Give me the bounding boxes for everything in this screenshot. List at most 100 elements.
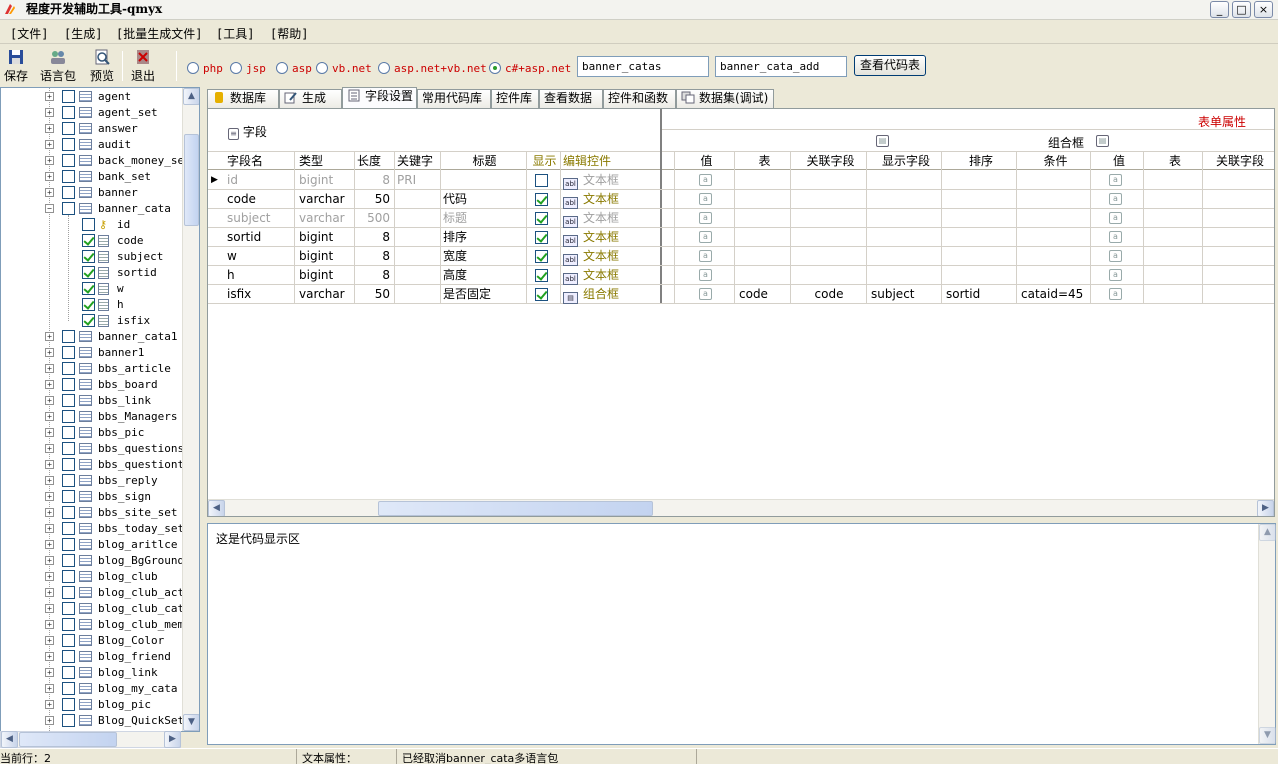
tree-field-node[interactable]: sortid <box>1 265 181 281</box>
value-editor-icon[interactable]: a <box>699 231 712 243</box>
menu-help[interactable]: [帮助] <box>270 25 308 42</box>
expand-icon[interactable]: + <box>45 460 54 469</box>
tab-7[interactable]: 数据集(调试) <box>676 89 774 108</box>
scroll-right-icon[interactable]: ▶ <box>164 731 181 748</box>
expand-icon[interactable]: + <box>45 572 54 581</box>
scroll-left-icon[interactable]: ◀ <box>208 500 225 516</box>
combo-cell-col-link-field[interactable] <box>791 190 867 209</box>
expand-icon[interactable]: + <box>45 540 54 549</box>
tab-5[interactable]: 查看数据 <box>539 89 603 108</box>
tree-horizontal-scrollbar[interactable]: ◀ ▶ <box>0 731 181 748</box>
menu-tools[interactable]: [工具] <box>216 25 254 42</box>
tree-checkbox[interactable] <box>62 458 75 471</box>
col-table-2[interactable]: 表 <box>1144 152 1203 171</box>
cell-key[interactable] <box>394 209 440 228</box>
cell-edit-control[interactable]: abl 文本框 <box>560 190 660 209</box>
expand-icon[interactable]: + <box>45 380 54 389</box>
tree-table-node[interactable]: + bbs_site_set <box>1 505 181 521</box>
col-length[interactable]: 长度 <box>354 152 394 171</box>
field-checkbox[interactable] <box>82 250 95 263</box>
show-checkbox[interactable] <box>535 231 548 244</box>
radio-asp[interactable]: asp <box>276 62 312 76</box>
value-editor-icon[interactable]: a <box>1109 250 1122 262</box>
combo-cell-col-link-field[interactable]: code <box>791 285 867 304</box>
radio-jsp[interactable]: jsp <box>230 62 266 76</box>
tree-checkbox[interactable] <box>62 666 75 679</box>
combo-cell-col-condition[interactable]: cataid=45 <box>1017 285 1091 304</box>
field-checkbox[interactable] <box>82 218 95 231</box>
tree-checkbox[interactable] <box>62 650 75 663</box>
tree-checkbox[interactable] <box>62 602 75 615</box>
value-editor-icon[interactable]: a <box>699 193 712 205</box>
col-value[interactable]: 值 <box>675 152 735 171</box>
expand-icon[interactable]: + <box>45 620 54 629</box>
value-editor-icon[interactable]: a <box>699 174 712 186</box>
save-button[interactable]: 保存 <box>3 49 29 84</box>
expand-icon[interactable]: + <box>45 524 54 533</box>
value-editor-icon[interactable]: a <box>699 269 712 281</box>
tree-checkbox[interactable] <box>62 474 75 487</box>
combo-cell-col-sort[interactable] <box>942 209 1017 228</box>
language-pack-button[interactable]: 语言包 <box>38 49 78 84</box>
field-checkbox[interactable] <box>82 282 95 295</box>
tree-table-node[interactable]: + blog_link <box>1 665 181 681</box>
field-checkbox[interactable] <box>82 234 95 247</box>
scroll-up-icon[interactable]: ▲ <box>1259 524 1276 541</box>
radio-aspnet-vbnet[interactable]: asp.net+vb.net <box>378 62 487 76</box>
cell-edit-control[interactable]: abl 文本框 <box>560 171 660 190</box>
tree-table-node[interactable]: + bbs_article <box>1 361 181 377</box>
combo-cell-col-link-field[interactable] <box>791 247 867 266</box>
add-name-input[interactable]: banner_cata_add <box>715 56 847 77</box>
tree-checkbox[interactable] <box>62 570 75 583</box>
cell-title[interactable]: 代码 <box>440 190 526 209</box>
combo-cell-col-sort[interactable] <box>942 171 1017 190</box>
tree-checkbox[interactable] <box>62 554 75 567</box>
grid-row[interactable]: isfix varchar 50 是否固定 ▤ 组合框 a code code subject so… <box>208 285 1274 304</box>
combo-cell-col-sort[interactable] <box>942 247 1017 266</box>
tree-table-node[interactable]: + bbs_reply <box>1 473 181 489</box>
field-checkbox[interactable] <box>82 314 95 327</box>
tree-table-node[interactable]: + blog_my_cata <box>1 681 181 697</box>
expand-icon[interactable]: + <box>45 348 54 357</box>
tree-table-node[interactable]: + back_money_set <box>1 153 191 169</box>
tree-checkbox[interactable] <box>62 330 75 343</box>
combo-cell-col-sort[interactable] <box>942 190 1017 209</box>
cell-field-name[interactable]: id <box>224 171 294 190</box>
expand-icon[interactable]: + <box>45 172 54 181</box>
combo-cell-col-display-field[interactable] <box>867 247 942 266</box>
combo-cell-col-display-field[interactable]: subject <box>867 285 942 304</box>
cell-length[interactable]: 8 <box>354 266 390 285</box>
expand-icon[interactable]: + <box>45 508 54 517</box>
tree-checkbox[interactable] <box>62 394 75 407</box>
expand-icon[interactable]: + <box>45 156 54 165</box>
expand-icon[interactable]: + <box>45 92 54 101</box>
table-name-input[interactable]: banner_catas <box>577 56 709 77</box>
col-link-field[interactable]: 关联字段 <box>791 152 867 171</box>
tree-checkbox[interactable] <box>62 618 75 631</box>
tree-checkbox[interactable] <box>62 202 75 215</box>
cell-type[interactable]: bigint <box>296 171 354 190</box>
tree-table-node[interactable]: + bbs_board <box>1 377 181 393</box>
cell-length[interactable]: 50 <box>354 190 390 209</box>
cell-type[interactable]: varchar <box>296 190 354 209</box>
scroll-left-icon[interactable]: ◀ <box>1 731 18 748</box>
expand-icon[interactable]: + <box>45 332 54 341</box>
expand-icon[interactable]: + <box>45 444 54 453</box>
tab-1[interactable]: 生成 <box>279 89 342 108</box>
combo-cell-col-link-field[interactable] <box>791 209 867 228</box>
combo-cell-col-table[interactable] <box>735 171 791 190</box>
combo-cell-col-display-field[interactable] <box>867 190 942 209</box>
tree-table-node[interactable]: + banner1 <box>1 345 181 361</box>
show-checkbox[interactable] <box>535 193 548 206</box>
row-header[interactable] <box>208 285 222 304</box>
grid-row[interactable]: ▶ id bigint 8 PRI abl 文本框 a a <box>208 171 1274 190</box>
tree-table-node[interactable]: + blog_friend <box>1 649 181 665</box>
row-header[interactable] <box>208 228 222 247</box>
grid-hscroll-thumb[interactable] <box>378 501 653 516</box>
exit-button[interactable]: 退出 <box>128 49 158 84</box>
current-row-indicator-icon[interactable]: ▶ <box>208 171 222 190</box>
cell-field-name[interactable]: sortid <box>224 228 294 247</box>
cell-field-name[interactable]: isfix <box>224 285 294 304</box>
tree-checkbox[interactable] <box>62 362 75 375</box>
tab-2[interactable]: 字段设置 <box>342 87 417 108</box>
